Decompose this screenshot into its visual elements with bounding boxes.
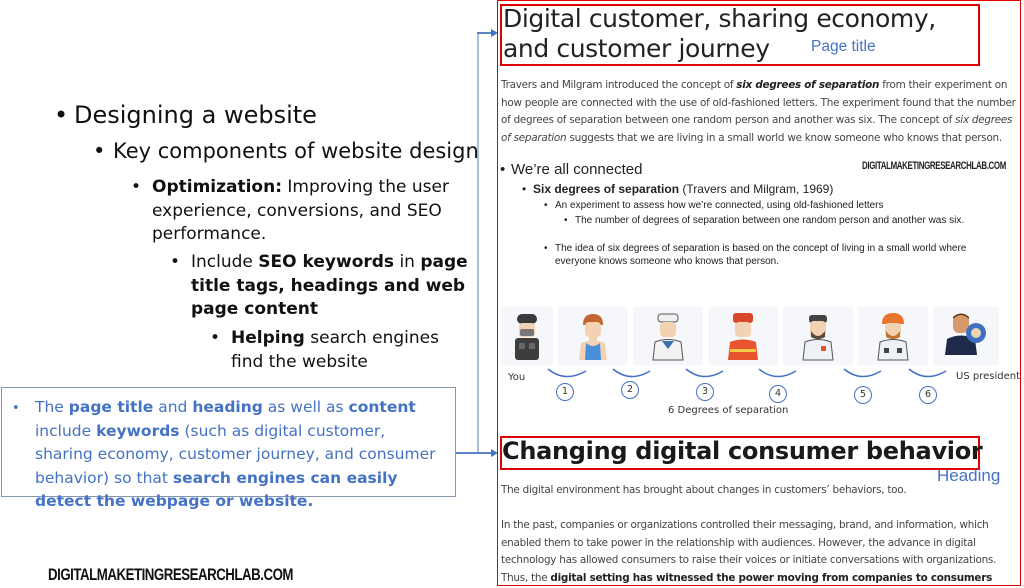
hop-number: 4 <box>769 385 787 403</box>
text-bold-italic: six degrees of separation <box>736 79 880 91</box>
construction-worker-icon <box>858 307 928 365</box>
bullet-text: Include SEO keywords in page title tags,… <box>191 251 470 322</box>
past-paragraph: In the past, companies or organizations … <box>501 517 1020 585</box>
hop-number: 6 <box>919 386 937 404</box>
page-title: Digital customer, sharing economy, and c… <box>503 4 936 63</box>
bullet-text: Key components of website design <box>113 139 479 163</box>
bullet-level-4: • Include SEO keywords in page title tag… <box>170 251 470 322</box>
bullet-icon: • <box>544 243 548 254</box>
bullet-level-2: • Key components of website design <box>93 139 479 163</box>
bullet-text: An experiment to assess how we’re connec… <box>555 200 884 211</box>
worker-icon <box>783 307 853 365</box>
hop-number: 2 <box>621 381 639 399</box>
text-part: Include <box>191 252 259 272</box>
bullet-icon: • <box>210 328 221 348</box>
bullet-level-5: • Helping search engines find the websit… <box>210 327 470 374</box>
us-president-icon <box>933 307 999 365</box>
bullet-text: The idea of six degrees of separation is… <box>555 243 967 267</box>
bullet-icon: • <box>522 182 527 196</box>
text-part: suggests that we are living in a small w… <box>566 131 1002 144</box>
bullet-text: Optimization: Improving the user experie… <box>152 176 461 247</box>
curved-arrow-icon <box>547 368 587 378</box>
firefighter-icon <box>708 307 778 365</box>
text-bold: digital setting has witnessed the power … <box>550 571 993 584</box>
bullet-rest: (Travers and Milgram, 1969) <box>679 182 834 196</box>
text-part: Travers and Milgram introduced the conce… <box>501 79 737 91</box>
text-bold: heading <box>192 398 263 416</box>
page-title-annotation: Page title <box>811 38 876 55</box>
bullet-text: We’re all connected <box>511 161 643 178</box>
bullet-icon: • <box>93 139 106 163</box>
text-part: include <box>35 421 97 440</box>
bullet-bold: Six degrees of separation <box>533 182 680 196</box>
bullet-icon: • <box>12 401 20 416</box>
curved-arrow-icon <box>758 368 797 378</box>
text-bold: SEO keywords <box>258 252 395 272</box>
connector-vertical <box>477 33 479 453</box>
watermark-logo: DIGITALMAKETINGRESEARCHLAB.COM <box>862 160 1006 172</box>
bullet-icon: • <box>131 177 142 197</box>
bullet-icon: • <box>544 200 548 211</box>
bullet-icon: • <box>500 161 506 178</box>
text-part: and <box>153 398 193 416</box>
curved-arrow-icon <box>685 368 724 378</box>
bullet-text: Designing a website <box>74 101 317 129</box>
bullet-bold: Helping <box>231 328 305 348</box>
embedded-bullet-1: • We’re all connected <box>500 161 643 178</box>
bullet-text: Helping search engines find the website <box>231 327 470 374</box>
text-part: The <box>35 398 69 416</box>
text-bold: content <box>348 398 416 416</box>
diagram-caption: 6 Degrees of separation <box>668 405 789 416</box>
hop-number: 1 <box>556 383 574 401</box>
six-degrees-diagram <box>498 307 1020 367</box>
hop-arrows <box>547 368 947 378</box>
hop-number: 5 <box>854 386 872 404</box>
embedded-bullet-4: • The number of degrees of separation bet… <box>564 214 1005 227</box>
callout-box: • The page title and heading as well as … <box>1 387 456 510</box>
text-bold: keywords <box>96 421 180 440</box>
page-heading: Changing digital consumer behavior <box>502 437 983 465</box>
intro-paragraph: Travers and Milgram introduced the conce… <box>501 77 1020 147</box>
text-bold: page title <box>68 398 154 416</box>
hop-number: 3 <box>696 383 714 401</box>
embedded-bullet-2: • Six degrees of separation (Travers and … <box>522 182 834 196</box>
curved-arrow-icon <box>843 368 882 378</box>
site-logo: DIGITALMAKETINGRESEARCHLAB.COM <box>48 565 294 584</box>
bullet-icon: • <box>54 101 69 129</box>
bullet-level-1: • Designing a website <box>54 101 317 129</box>
webpage-screenshot: Digital customer, sharing economy, and c… <box>497 0 1021 586</box>
bullet-text: The number of degrees of separation betw… <box>575 215 965 226</box>
athlete-icon <box>558 307 628 365</box>
sailor-icon <box>633 307 703 365</box>
curved-arrow-icon <box>908 368 947 378</box>
curved-arrow-icon <box>612 368 651 378</box>
embedded-bullet-5: • The idea of six degrees of separation i… <box>544 242 1005 268</box>
bullet-level-3: • Optimization: Improving the user exper… <box>131 176 461 247</box>
soldier-icon <box>501 307 553 365</box>
connector-to-heading <box>456 452 493 454</box>
bullet-icon: • <box>564 215 568 226</box>
embedded-bullet-3: • An experiment to assess how we’re conne… <box>544 200 884 211</box>
text-part: as well as <box>262 398 349 416</box>
env-paragraph: The digital environment has brought abou… <box>501 484 907 496</box>
bullet-bold: Optimization: <box>152 177 283 197</box>
bullet-icon: • <box>170 252 181 272</box>
text-part: in <box>394 252 421 272</box>
